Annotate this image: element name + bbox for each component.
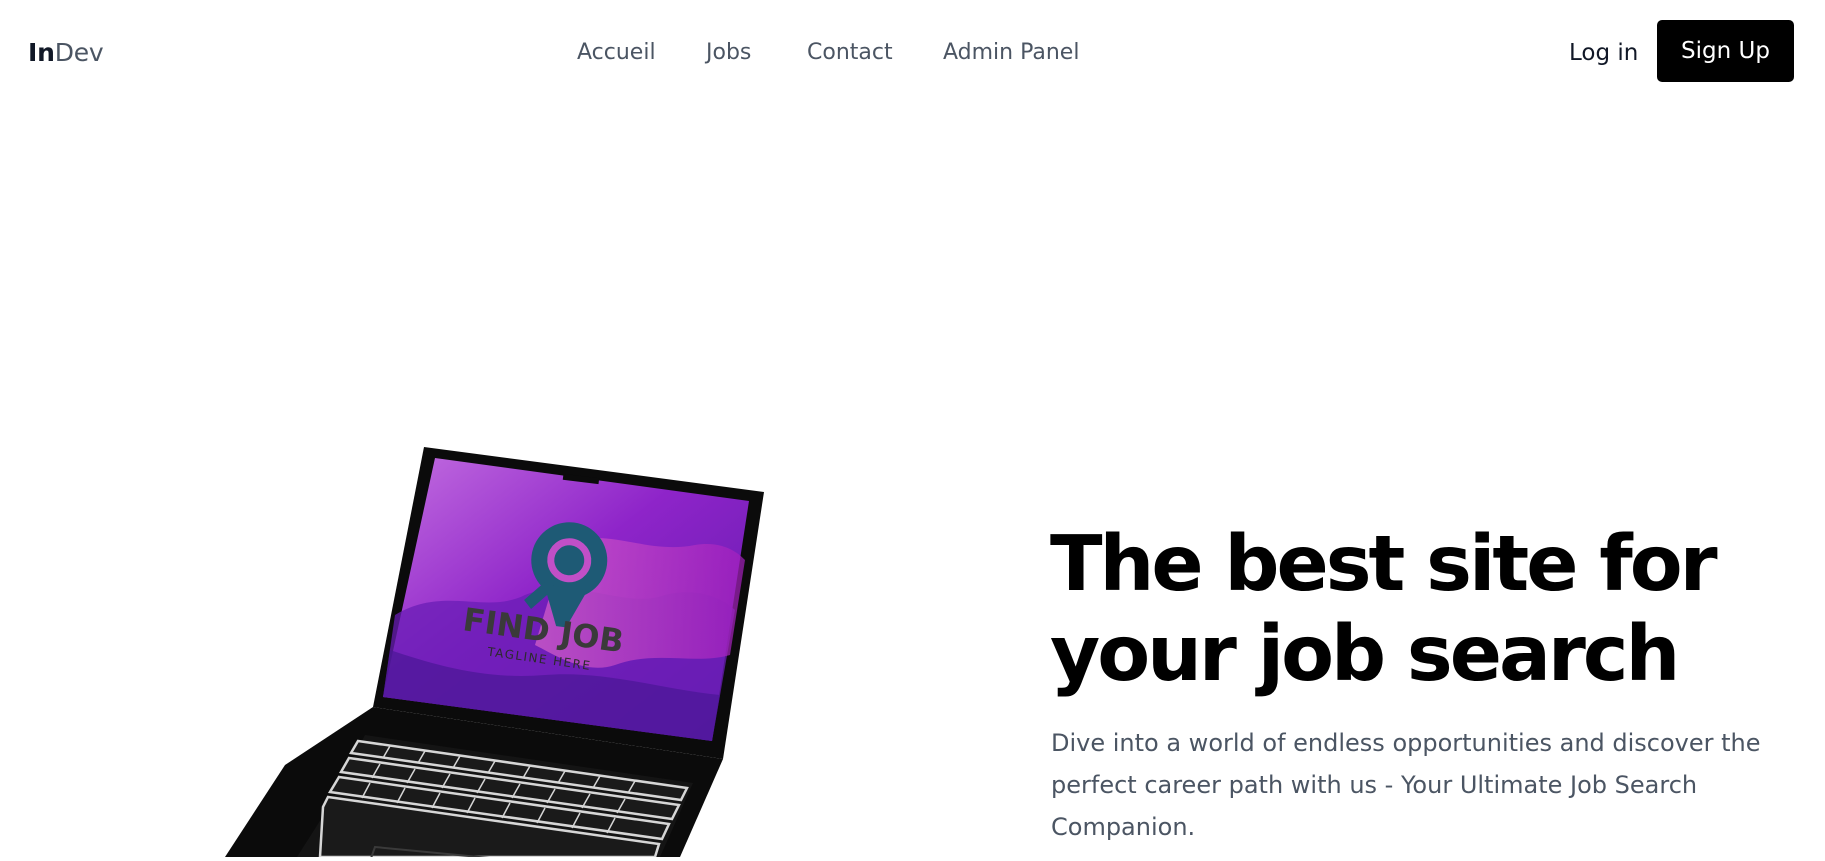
nav-link-contact[interactable]: Contact [807,38,893,68]
site-header: InDev Accueil Jobs Contact Admin Panel L… [0,0,1825,104]
hero-subtitle: Dive into a world of endless opportuniti… [1051,729,1761,841]
login-link[interactable]: Log in [1569,38,1638,68]
hero-title-line1: The best site for [1050,520,1718,609]
main-nav: Accueil Jobs Contact Admin Panel [0,38,1825,68]
hero-title-line2: your job search [1050,610,1680,699]
nav-link-accueil[interactable]: Accueil [577,38,656,68]
laptop-illustration: FIND JOB TAGLINE HERE [225,435,785,861]
nav-link-admin-panel[interactable]: Admin Panel [943,38,1079,68]
hero-title: The best site for your job search [1050,520,1780,700]
signup-button[interactable]: Sign Up [1657,20,1794,82]
nav-link-jobs[interactable]: Jobs [706,38,751,68]
